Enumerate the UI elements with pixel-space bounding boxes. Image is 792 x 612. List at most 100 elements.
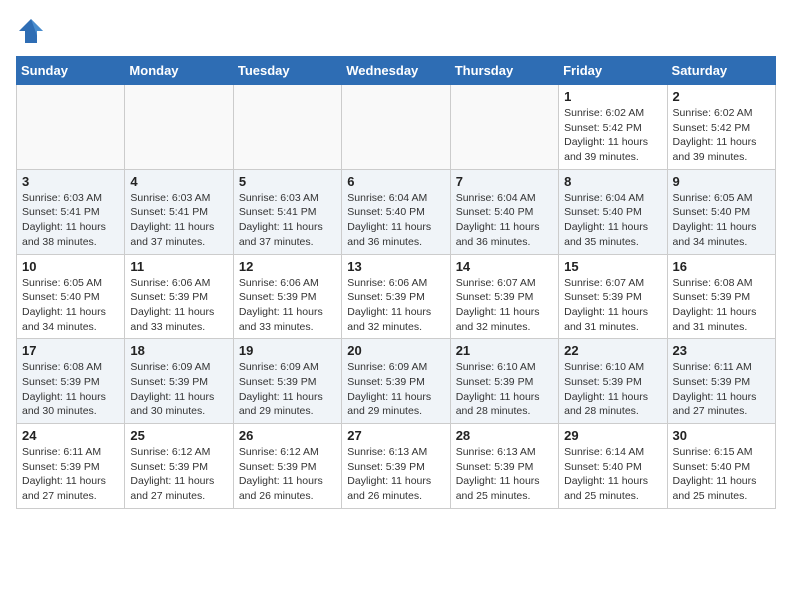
day-number: 21 (456, 343, 553, 358)
day-info: Sunrise: 6:14 AM Sunset: 5:40 PM Dayligh… (564, 445, 661, 504)
day-number: 14 (456, 259, 553, 274)
calendar-table: SundayMondayTuesdayWednesdayThursdayFrid… (16, 56, 776, 509)
day-number: 5 (239, 174, 336, 189)
day-number: 10 (22, 259, 119, 274)
calendar-header-friday: Friday (559, 57, 667, 85)
day-info: Sunrise: 6:10 AM Sunset: 5:39 PM Dayligh… (564, 360, 661, 419)
calendar-cell-3-4: 13 Sunrise: 6:06 AM Sunset: 5:39 PM Dayli… (342, 254, 450, 339)
calendar-cell-1-2 (125, 85, 233, 170)
day-info: Sunrise: 6:04 AM Sunset: 5:40 PM Dayligh… (564, 191, 661, 250)
day-number: 12 (239, 259, 336, 274)
calendar-week-1: 1 Sunrise: 6:02 AM Sunset: 5:42 PM Daylig… (17, 85, 776, 170)
day-number: 15 (564, 259, 661, 274)
calendar-cell-1-5 (450, 85, 558, 170)
calendar-cell-1-1 (17, 85, 125, 170)
day-info: Sunrise: 6:02 AM Sunset: 5:42 PM Dayligh… (564, 106, 661, 165)
day-info: Sunrise: 6:06 AM Sunset: 5:39 PM Dayligh… (347, 276, 444, 335)
day-number: 28 (456, 428, 553, 443)
calendar-cell-1-3 (233, 85, 341, 170)
calendar-cell-5-2: 25 Sunrise: 6:12 AM Sunset: 5:39 PM Dayli… (125, 424, 233, 509)
calendar-cell-3-2: 11 Sunrise: 6:06 AM Sunset: 5:39 PM Dayli… (125, 254, 233, 339)
calendar-cell-4-5: 21 Sunrise: 6:10 AM Sunset: 5:39 PM Dayli… (450, 339, 558, 424)
day-number: 29 (564, 428, 661, 443)
day-number: 9 (673, 174, 770, 189)
calendar-cell-3-3: 12 Sunrise: 6:06 AM Sunset: 5:39 PM Dayli… (233, 254, 341, 339)
calendar-cell-3-7: 16 Sunrise: 6:08 AM Sunset: 5:39 PM Dayli… (667, 254, 775, 339)
calendar-header-wednesday: Wednesday (342, 57, 450, 85)
calendar-cell-4-4: 20Sunrise: 6:09 AM Sunset: 5:39 PM Dayli… (342, 339, 450, 424)
day-number: 4 (130, 174, 227, 189)
calendar-cell-5-7: 30 Sunrise: 6:15 AM Sunset: 5:40 PM Dayli… (667, 424, 775, 509)
calendar-cell-4-7: 23Sunrise: 6:11 AM Sunset: 5:39 PM Dayli… (667, 339, 775, 424)
day-number: 3 (22, 174, 119, 189)
calendar-header-row: SundayMondayTuesdayWednesdayThursdayFrid… (17, 57, 776, 85)
calendar-cell-1-7: 2Sunrise: 6:02 AM Sunset: 5:42 PM Daylig… (667, 85, 775, 170)
calendar-cell-2-7: 9 Sunrise: 6:05 AM Sunset: 5:40 PM Daylig… (667, 169, 775, 254)
day-info: Sunrise: 6:15 AM Sunset: 5:40 PM Dayligh… (673, 445, 770, 504)
logo (16, 16, 50, 46)
calendar-cell-4-1: 17 Sunrise: 6:08 AM Sunset: 5:39 PM Dayli… (17, 339, 125, 424)
calendar-cell-5-3: 26 Sunrise: 6:12 AM Sunset: 5:39 PM Dayli… (233, 424, 341, 509)
day-info: Sunrise: 6:08 AM Sunset: 5:39 PM Dayligh… (673, 276, 770, 335)
day-number: 24 (22, 428, 119, 443)
calendar-week-3: 10 Sunrise: 6:05 AM Sunset: 5:40 PM Dayli… (17, 254, 776, 339)
day-number: 19 (239, 343, 336, 358)
day-info: Sunrise: 6:13 AM Sunset: 5:39 PM Dayligh… (347, 445, 444, 504)
day-number: 17 (22, 343, 119, 358)
calendar-header-sunday: Sunday (17, 57, 125, 85)
day-info: Sunrise: 6:08 AM Sunset: 5:39 PM Dayligh… (22, 360, 119, 419)
calendar-cell-2-5: 7 Sunrise: 6:04 AM Sunset: 5:40 PM Daylig… (450, 169, 558, 254)
calendar-week-4: 17 Sunrise: 6:08 AM Sunset: 5:39 PM Dayli… (17, 339, 776, 424)
calendar-cell-5-6: 29 Sunrise: 6:14 AM Sunset: 5:40 PM Dayli… (559, 424, 667, 509)
page-header (16, 16, 776, 46)
calendar-cell-5-5: 28 Sunrise: 6:13 AM Sunset: 5:39 PM Dayli… (450, 424, 558, 509)
day-info: Sunrise: 6:06 AM Sunset: 5:39 PM Dayligh… (130, 276, 227, 335)
day-info: Sunrise: 6:10 AM Sunset: 5:39 PM Dayligh… (456, 360, 553, 419)
day-info: Sunrise: 6:11 AM Sunset: 5:39 PM Dayligh… (22, 445, 119, 504)
day-number: 7 (456, 174, 553, 189)
calendar-cell-5-4: 27 Sunrise: 6:13 AM Sunset: 5:39 PM Dayli… (342, 424, 450, 509)
day-number: 25 (130, 428, 227, 443)
calendar-header-thursday: Thursday (450, 57, 558, 85)
day-number: 30 (673, 428, 770, 443)
day-number: 16 (673, 259, 770, 274)
day-number: 2 (673, 89, 770, 104)
day-number: 26 (239, 428, 336, 443)
day-info: Sunrise: 6:07 AM Sunset: 5:39 PM Dayligh… (564, 276, 661, 335)
day-info: Sunrise: 6:12 AM Sunset: 5:39 PM Dayligh… (239, 445, 336, 504)
calendar-cell-2-1: 3 Sunrise: 6:03 AM Sunset: 5:41 PM Daylig… (17, 169, 125, 254)
day-number: 23 (673, 343, 770, 358)
calendar-cell-3-5: 14 Sunrise: 6:07 AM Sunset: 5:39 PM Dayli… (450, 254, 558, 339)
day-info: Sunrise: 6:07 AM Sunset: 5:39 PM Dayligh… (456, 276, 553, 335)
day-info: Sunrise: 6:05 AM Sunset: 5:40 PM Dayligh… (673, 191, 770, 250)
calendar-cell-4-3: 19 Sunrise: 6:09 AM Sunset: 5:39 PM Dayli… (233, 339, 341, 424)
day-info: Sunrise: 6:03 AM Sunset: 5:41 PM Dayligh… (239, 191, 336, 250)
day-info: Sunrise: 6:05 AM Sunset: 5:40 PM Dayligh… (22, 276, 119, 335)
calendar-cell-1-4 (342, 85, 450, 170)
calendar-week-2: 3 Sunrise: 6:03 AM Sunset: 5:41 PM Daylig… (17, 169, 776, 254)
day-number: 1 (564, 89, 661, 104)
day-info: Sunrise: 6:09 AM Sunset: 5:39 PM Dayligh… (239, 360, 336, 419)
day-info: Sunrise: 6:13 AM Sunset: 5:39 PM Dayligh… (456, 445, 553, 504)
day-number: 6 (347, 174, 444, 189)
calendar-cell-4-6: 22 Sunrise: 6:10 AM Sunset: 5:39 PM Dayli… (559, 339, 667, 424)
logo-icon (16, 16, 46, 46)
day-number: 11 (130, 259, 227, 274)
day-number: 8 (564, 174, 661, 189)
calendar-header-tuesday: Tuesday (233, 57, 341, 85)
day-info: Sunrise: 6:12 AM Sunset: 5:39 PM Dayligh… (130, 445, 227, 504)
calendar-cell-2-4: 6Sunrise: 6:04 AM Sunset: 5:40 PM Daylig… (342, 169, 450, 254)
day-info: Sunrise: 6:04 AM Sunset: 5:40 PM Dayligh… (456, 191, 553, 250)
day-info: Sunrise: 6:03 AM Sunset: 5:41 PM Dayligh… (130, 191, 227, 250)
day-info: Sunrise: 6:09 AM Sunset: 5:39 PM Dayligh… (130, 360, 227, 419)
calendar-cell-3-6: 15 Sunrise: 6:07 AM Sunset: 5:39 PM Dayli… (559, 254, 667, 339)
day-number: 13 (347, 259, 444, 274)
day-info: Sunrise: 6:03 AM Sunset: 5:41 PM Dayligh… (22, 191, 119, 250)
calendar-cell-4-2: 18Sunrise: 6:09 AM Sunset: 5:39 PM Dayli… (125, 339, 233, 424)
calendar-cell-5-1: 24 Sunrise: 6:11 AM Sunset: 5:39 PM Dayli… (17, 424, 125, 509)
day-number: 22 (564, 343, 661, 358)
calendar-cell-2-3: 5 Sunrise: 6:03 AM Sunset: 5:41 PM Daylig… (233, 169, 341, 254)
day-number: 27 (347, 428, 444, 443)
day-info: Sunrise: 6:06 AM Sunset: 5:39 PM Dayligh… (239, 276, 336, 335)
day-info: Sunrise: 6:09 AM Sunset: 5:39 PM Dayligh… (347, 360, 444, 419)
